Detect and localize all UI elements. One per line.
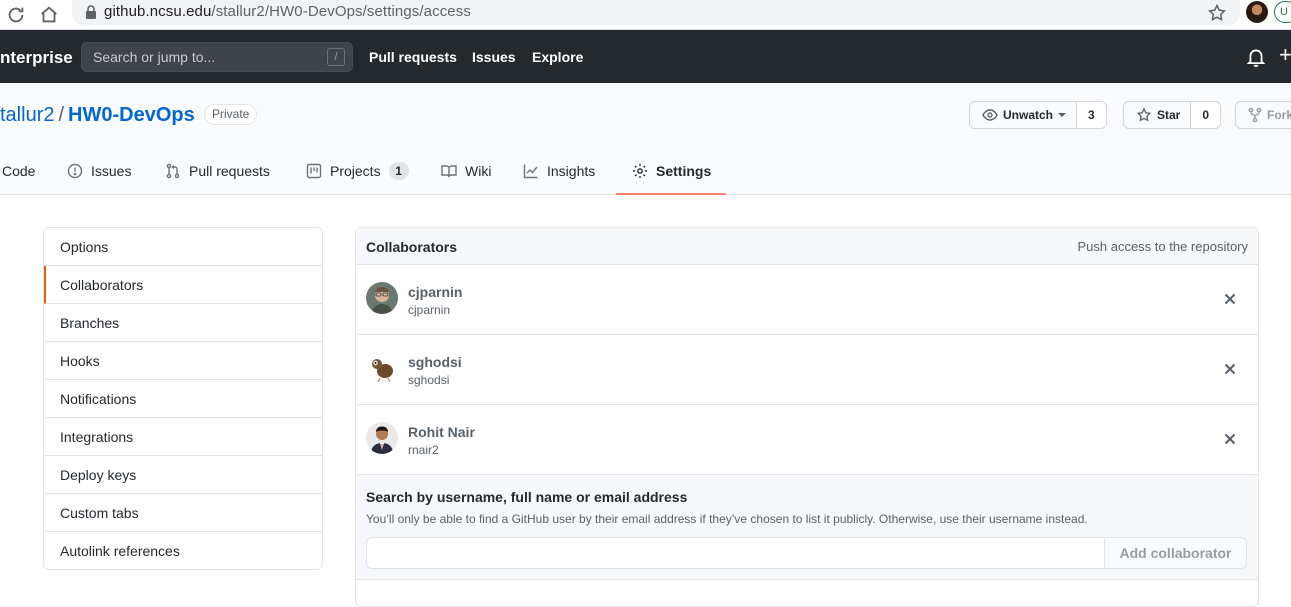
unwatch-label: Unwatch xyxy=(1003,108,1054,122)
fork-icon xyxy=(1248,107,1262,123)
collaborator-row: cjparnin cjparnin xyxy=(356,265,1258,335)
menu-item-hooks[interactable]: Hooks xyxy=(44,342,322,380)
close-icon[interactable] xyxy=(1223,432,1237,446)
visibility-badge: Private xyxy=(204,104,258,125)
fork-group: Fork xyxy=(1235,101,1291,129)
tab-issues[interactable]: Issues xyxy=(67,161,131,181)
caret-down-icon xyxy=(1058,113,1067,117)
nav-issues[interactable]: Issues xyxy=(472,48,516,66)
repo-owner-link[interactable]: tallur2 xyxy=(0,104,54,126)
tab-pull-requests-label: Pull requests xyxy=(189,163,270,179)
collaborator-name[interactable]: cjparnin xyxy=(408,283,462,301)
graph-icon xyxy=(523,164,538,179)
repo-name-link[interactable]: HW0-DevOps xyxy=(68,104,195,126)
tab-wiki[interactable]: Wiki xyxy=(441,161,491,181)
extension-badge[interactable]: U xyxy=(1274,1,1291,23)
address-url[interactable]: github.ncsu.edu/stallur2/HW0-DevOps/sett… xyxy=(104,3,471,21)
tab-pull-requests[interactable]: Pull requests xyxy=(165,161,270,181)
url-host: github.ncsu.edu xyxy=(104,3,212,20)
search-placeholder: Search or jump to... xyxy=(93,49,216,65)
collaborators-panel: Collaborators Push access to the reposit… xyxy=(355,227,1259,607)
star-count[interactable]: 0 xyxy=(1191,101,1222,129)
menu-item-custom-tabs[interactable]: Custom tabs xyxy=(44,494,322,532)
pull-request-icon xyxy=(166,163,180,179)
tab-projects[interactable]: Projects 1 xyxy=(306,161,409,181)
tab-wiki-label: Wiki xyxy=(465,163,492,179)
repo-title: tallur2/HW0-DevOps xyxy=(0,103,195,127)
menu-item-integrations[interactable]: Integrations xyxy=(44,418,322,456)
collaborator-name[interactable]: sghodsi xyxy=(408,353,462,371)
tab-settings-label: Settings xyxy=(656,163,712,179)
avatar[interactable] xyxy=(366,352,398,384)
avatar[interactable] xyxy=(366,422,398,454)
menu-item-deploy-keys[interactable]: Deploy keys xyxy=(44,456,322,494)
search-shortcut-key: / xyxy=(327,48,345,66)
avatar[interactable] xyxy=(366,282,398,314)
collaborators-header: Collaborators Push access to the reposit… xyxy=(356,228,1258,265)
add-collaborator-section: Search by username, full name or email a… xyxy=(356,475,1258,580)
plus-icon[interactable]: + xyxy=(1279,44,1291,66)
unwatch-button[interactable]: Unwatch xyxy=(969,101,1078,129)
collaborator-login: cjparnin xyxy=(408,303,451,317)
fork-label: Fork xyxy=(1267,108,1291,122)
collaborator-login: sghodsi xyxy=(408,373,450,387)
collaborator-login: rnair2 xyxy=(408,443,439,457)
browser-toolbar: github.ncsu.edu/stallur2/HW0-DevOps/sett… xyxy=(0,0,1291,30)
collaborator-name[interactable]: Rohit Nair xyxy=(408,423,475,441)
tab-code[interactable]: Code xyxy=(2,161,35,181)
active-tab-underline xyxy=(616,193,726,195)
menu-item-options[interactable]: Options xyxy=(44,228,322,266)
projects-counter: 1 xyxy=(388,162,409,180)
star-group: Star 0 xyxy=(1123,101,1222,129)
home-icon[interactable] xyxy=(38,4,60,26)
star-label: Star xyxy=(1157,108,1181,122)
watch-count[interactable]: 3 xyxy=(1077,101,1107,129)
star-button[interactable]: Star xyxy=(1123,101,1192,129)
bell-icon[interactable] xyxy=(1247,47,1265,67)
settings-menu: Options Collaborators Branches Hooks Not… xyxy=(43,227,323,570)
search-note: You’ll only be able to find a GitHub use… xyxy=(366,512,1088,526)
collaborator-search-input[interactable] xyxy=(366,537,1106,569)
reload-icon[interactable] xyxy=(5,4,27,26)
brand-enterprise[interactable]: nterprise xyxy=(0,48,73,68)
add-collaborator-button[interactable]: Add collaborator xyxy=(1104,537,1247,569)
project-icon xyxy=(306,163,322,179)
menu-item-autolink-references[interactable]: Autolink references xyxy=(44,532,322,570)
close-icon[interactable] xyxy=(1223,362,1237,376)
nav-pull-requests[interactable]: Pull requests xyxy=(369,48,457,66)
tab-projects-label: Projects xyxy=(330,163,381,179)
watch-group: Unwatch 3 xyxy=(969,101,1107,129)
star-icon xyxy=(1136,107,1152,122)
collaborator-row: sghodsi sghodsi xyxy=(356,335,1258,405)
lock-icon[interactable] xyxy=(84,4,98,20)
collaborators-subtitle: Push access to the repository xyxy=(1077,239,1248,254)
global-search[interactable]: Search or jump to... / xyxy=(81,42,353,72)
collaborators-title: Collaborators xyxy=(366,239,458,255)
repo-separator: / xyxy=(58,104,65,126)
menu-item-collaborators[interactable]: Collaborators xyxy=(44,266,322,304)
issue-icon xyxy=(67,163,83,179)
tab-settings[interactable]: Settings xyxy=(632,161,711,181)
eye-icon xyxy=(982,109,998,121)
bookmark-star-icon[interactable] xyxy=(1207,3,1227,23)
profile-avatar[interactable] xyxy=(1246,1,1268,23)
tab-insights[interactable]: Insights xyxy=(523,161,595,181)
nav-explore[interactable]: Explore xyxy=(532,48,583,66)
tab-insights-label: Insights xyxy=(547,163,596,179)
github-header: nterprise Search or jump to... / Pull re… xyxy=(0,30,1291,83)
menu-item-notifications[interactable]: Notifications xyxy=(44,380,322,418)
menu-item-branches[interactable]: Branches xyxy=(44,304,322,342)
close-icon[interactable] xyxy=(1223,292,1237,306)
fork-button[interactable]: Fork xyxy=(1235,101,1291,129)
url-path: /stallur2/HW0-DevOps/settings/access xyxy=(211,3,471,20)
tab-code-label: Code xyxy=(2,163,36,179)
collaborator-row: Rohit Nair rnair2 xyxy=(356,405,1258,475)
tab-issues-label: Issues xyxy=(91,163,132,179)
repo-header: tallur2/HW0-DevOps Private Unwatch 3 Sta… xyxy=(0,83,1291,195)
search-heading: Search by username, full name or email a… xyxy=(366,489,688,505)
book-icon xyxy=(441,165,457,178)
gear-icon xyxy=(633,164,647,178)
